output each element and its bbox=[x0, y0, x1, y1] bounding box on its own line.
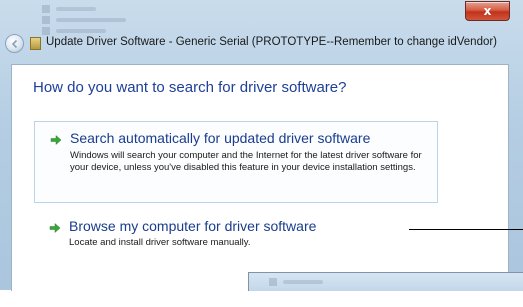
hardware-wizard-icon bbox=[30, 37, 41, 50]
window-title: Update Driver Software - Generic Serial … bbox=[46, 36, 498, 48]
back-button[interactable] bbox=[5, 34, 24, 53]
back-arrow-icon bbox=[11, 39, 17, 48]
green-arrow-icon bbox=[49, 222, 61, 234]
close-button[interactable]: x bbox=[465, 1, 510, 21]
annotation-line bbox=[508, 229, 523, 230]
close-icon: x bbox=[483, 4, 492, 18]
background-window-ghost bbox=[42, 4, 242, 35]
overlapping-window bbox=[248, 272, 523, 291]
option-title: Browse my computer for driver software bbox=[69, 218, 317, 234]
annotation-line bbox=[409, 229, 509, 230]
browse-computer-option[interactable]: Browse my computer for driver software L… bbox=[34, 213, 436, 257]
option-description: Locate and install driver software manua… bbox=[69, 237, 251, 248]
green-arrow-icon bbox=[50, 134, 62, 146]
wizard-content: How do you want to search for driver sof… bbox=[11, 64, 509, 291]
option-description: Windows will search your computer and th… bbox=[70, 150, 422, 173]
page-heading: How do you want to search for driver sof… bbox=[33, 79, 347, 96]
title-bar: x Update Driver Software - Generic Seria… bbox=[0, 0, 523, 66]
search-automatically-option[interactable]: Search automatically for updated driver … bbox=[34, 121, 438, 203]
wizard-window: x Update Driver Software - Generic Seria… bbox=[0, 0, 523, 291]
option-title: Search automatically for updated driver … bbox=[70, 130, 371, 146]
background-window-ghost bbox=[269, 277, 469, 307]
